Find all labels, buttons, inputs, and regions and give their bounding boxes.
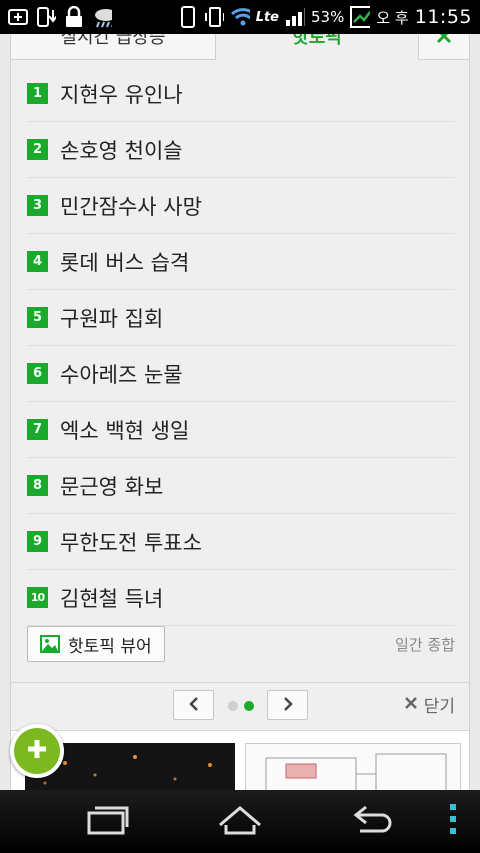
topic-list: 1 지현우 유인나 2 손호영 천이슬 3 민간잠수사 사망 4 롯데 버스 습… xyxy=(27,66,455,626)
weather-rain-icon xyxy=(92,7,112,28)
rank-badge: 7 xyxy=(27,419,48,440)
page-dot-active xyxy=(244,701,254,711)
recent-apps-icon xyxy=(85,805,129,839)
back-button[interactable] xyxy=(344,804,404,840)
clock-ampm: 오 후 xyxy=(376,8,409,27)
list-item[interactable]: 9 무한도전 투표소 xyxy=(27,514,455,570)
page-dot xyxy=(228,701,238,711)
rank-badge: 1 xyxy=(27,83,48,104)
image-icon xyxy=(40,635,60,653)
battery-percent: 53% xyxy=(311,8,345,26)
list-item[interactable]: 8 문근영 화보 xyxy=(27,458,455,514)
divider xyxy=(11,682,469,683)
phone-icon xyxy=(178,6,198,28)
rank-badge: 2 xyxy=(27,139,48,160)
topic-title: 문근영 화보 xyxy=(60,474,164,499)
status-bar: Lte 53% 오 후 11:55 xyxy=(0,0,480,34)
period-label: 일간 종합 xyxy=(395,635,455,654)
list-item[interactable]: 6 수아레즈 눈물 xyxy=(27,346,455,402)
home-button[interactable] xyxy=(210,804,270,840)
close-panel-button[interactable] xyxy=(418,34,469,60)
next-page-button[interactable] xyxy=(267,690,308,720)
hot-topic-panel: 실시간 급상승 핫토픽 1 지현우 유인나 2 손호영 천이슬 3 민간잠수사 … xyxy=(10,34,471,791)
rank-badge: 9 xyxy=(27,531,48,552)
recent-apps-button[interactable] xyxy=(77,804,137,840)
tab-bar: 실시간 급상승 핫토픽 xyxy=(11,34,471,60)
list-item[interactable]: 7 엑소 백현 생일 xyxy=(27,402,455,458)
list-item[interactable]: 1 지현우 유인나 xyxy=(27,66,455,122)
chevron-left-icon xyxy=(188,696,200,715)
add-notification-icon xyxy=(8,7,28,27)
list-item[interactable]: 2 손호영 천이슬 xyxy=(27,122,455,178)
stock-chart-icon xyxy=(350,6,371,28)
close-x-icon xyxy=(404,695,418,715)
rank-badge: 6 xyxy=(27,363,48,384)
pager-row: 닫기 xyxy=(11,688,469,724)
topic-title: 롯데 버스 습격 xyxy=(60,250,190,275)
rank-badge: 4 xyxy=(27,251,48,272)
signal-icon xyxy=(285,7,306,27)
list-item[interactable]: 4 롯데 버스 습격 xyxy=(27,234,455,290)
close-label: 닫기 xyxy=(423,697,455,717)
topic-title: 무한도전 투표소 xyxy=(60,530,202,555)
chevron-right-icon xyxy=(282,696,294,715)
network-type: Lte xyxy=(255,9,280,25)
viewer-row: 핫토픽 뷰어 일간 종합 xyxy=(27,626,455,662)
topic-title: 손호영 천이슬 xyxy=(60,138,183,163)
clock-time: 11:55 xyxy=(414,6,472,28)
tab-realtime[interactable]: 실시간 급상승 xyxy=(11,34,216,60)
fab-inner xyxy=(14,728,60,774)
wifi-icon xyxy=(230,7,250,27)
system-nav-bar xyxy=(0,790,480,853)
topic-title: 민간잠수사 사망 xyxy=(60,194,202,219)
plus-icon xyxy=(25,737,49,765)
topic-title: 지현우 유인나 xyxy=(60,82,183,107)
viewer-button-label: 핫토픽 뷰어 xyxy=(68,636,152,657)
topic-title: 김현철 득녀 xyxy=(60,586,164,611)
close-button[interactable]: 닫기 xyxy=(404,692,455,717)
rank-badge: 3 xyxy=(27,195,48,216)
hot-topic-viewer-button[interactable]: 핫토픽 뷰어 xyxy=(27,626,165,662)
add-fab-button[interactable] xyxy=(10,724,64,778)
back-icon xyxy=(352,805,396,839)
topic-title: 수아레즈 눈물 xyxy=(60,362,183,387)
list-item[interactable]: 10 김현철 득녀 xyxy=(27,570,455,626)
rank-badge: 8 xyxy=(27,475,48,496)
topic-title: 엑소 백현 생일 xyxy=(60,418,190,443)
prev-page-button[interactable] xyxy=(173,690,214,720)
menu-dots-icon xyxy=(448,804,458,840)
vibrate-icon xyxy=(204,7,224,27)
topic-title: 구원파 집회 xyxy=(60,306,164,331)
close-icon xyxy=(434,34,454,44)
list-item[interactable]: 3 민간잠수사 사망 xyxy=(27,178,455,234)
tab-hot-topic[interactable]: 핫토픽 xyxy=(216,34,418,60)
home-icon xyxy=(216,805,264,839)
phone-download-icon xyxy=(36,7,56,27)
rank-badge: 10 xyxy=(27,587,48,608)
menu-button[interactable] xyxy=(428,804,478,840)
thumbnail-image[interactable] xyxy=(245,743,461,791)
rank-badge: 5 xyxy=(27,307,48,328)
list-item[interactable]: 5 구원파 집회 xyxy=(27,290,455,346)
lock-icon xyxy=(64,6,84,27)
thumbnail-strip xyxy=(11,730,469,791)
